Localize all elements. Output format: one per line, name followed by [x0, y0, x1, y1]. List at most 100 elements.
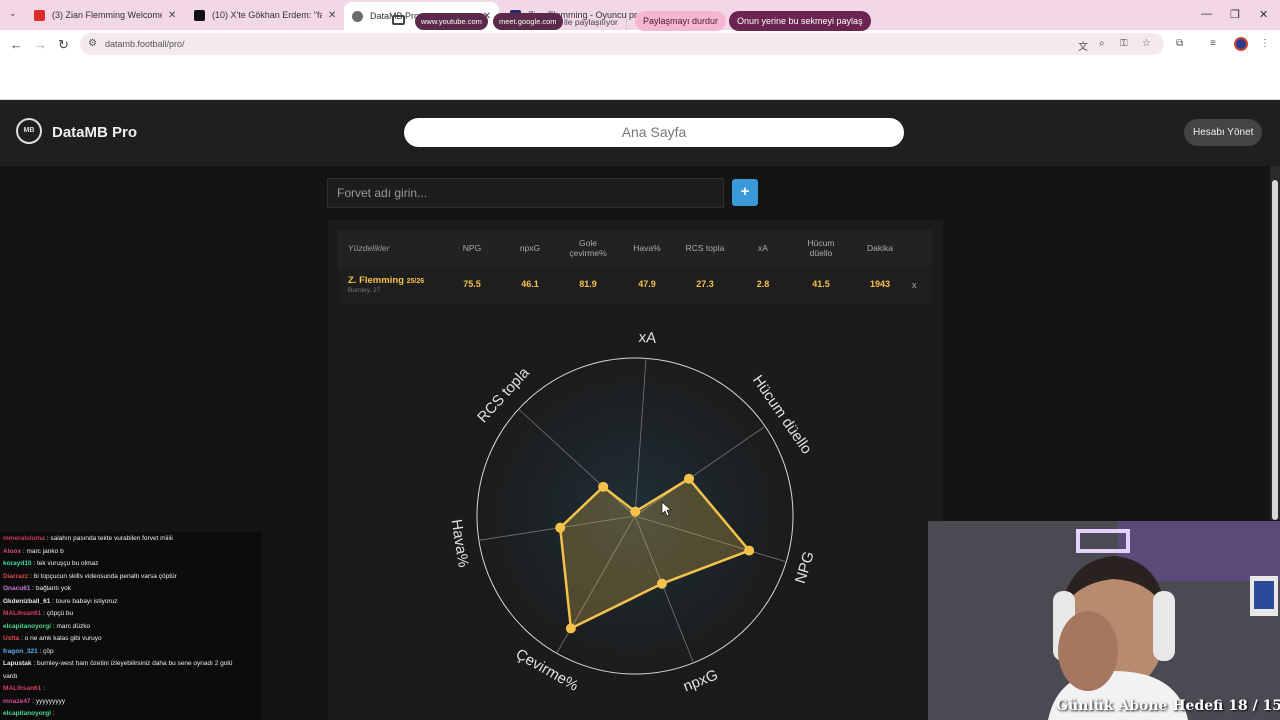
chat-username[interactable]: fragon_321 — [3, 648, 38, 655]
tab-label: (10) X'te Gökhan Erdem: "fabin — [212, 10, 322, 20]
chat-text: : çöp — [37, 647, 54, 655]
chat-message: Onacu61 : bağlantı yok — [3, 585, 71, 592]
screen-share-icon — [392, 15, 405, 25]
menu-icon[interactable]: ⋮ — [1260, 38, 1270, 49]
chat-message: Gkdenizball_61 : toure babayı istiyoruz — [3, 598, 118, 605]
table-cell: 2.8 — [756, 279, 770, 289]
tab-youtube[interactable]: (3) Zian Flemming Welcome ✕ — [26, 4, 184, 26]
chat-message: Aloox : marc janko b — [3, 548, 64, 555]
stop-sharing-button[interactable]: Paylaşmayı durdur — [635, 11, 727, 31]
datamb-logo[interactable]: MB — [16, 118, 42, 144]
extensions-icon[interactable]: ⧉ — [1176, 38, 1183, 49]
column-header[interactable]: Gole çevirme% — [563, 230, 613, 266]
key-icon[interactable]: ⚿ — [1120, 38, 1128, 49]
chat-text: : — [51, 710, 55, 717]
chat-text: : o ne amk kalas gibi vuruyo — [19, 635, 102, 642]
divider — [626, 12, 627, 30]
chat-text: : yyyyyyyyy — [30, 697, 66, 705]
window-close-icon[interactable]: ✕ — [1259, 8, 1268, 21]
chat-text: : — [41, 685, 45, 692]
restore-icon[interactable]: ❐ — [1230, 8, 1240, 21]
player-season: 25/26 — [406, 278, 425, 285]
table-cell: 41.5 — [812, 279, 830, 289]
chat-text: : burnley-west ham özetini izleyebilirsi… — [31, 660, 233, 667]
zoom-icon[interactable]: ⌕ — [1099, 38, 1105, 49]
media-icon[interactable]: ≡ — [1210, 38, 1216, 49]
column-header[interactable]: npxG — [505, 230, 555, 266]
screen-share-bar — [0, 58, 1280, 100]
chat-username[interactable]: korayd10 — [3, 560, 32, 567]
subscriber-goal-text: Günlük Abone Hedefi 18 / 15 — [1056, 698, 1280, 714]
address-bar[interactable] — [80, 33, 1164, 55]
column-header[interactable]: xA — [738, 230, 788, 266]
chat-username[interactable]: Ustta — [3, 635, 19, 642]
tab-x[interactable]: (10) X'te Gökhan Erdem: "fabin ✕ — [186, 4, 344, 26]
chat-message: MALihsan61 : — [3, 685, 45, 692]
add-player-button[interactable]: + — [732, 179, 758, 206]
close-icon[interactable]: ✕ — [168, 10, 176, 21]
webcam-feed — [928, 521, 1280, 720]
chat-message: Diarrazz : bi topçucun skills videosunda… — [3, 573, 177, 580]
table-cell: 46.1 — [521, 279, 539, 289]
table-cell: 81.9 — [579, 279, 597, 289]
share-chip-youtube: www.youtube.com — [415, 13, 488, 30]
chat-username[interactable]: elcapitanoyorgi — [3, 623, 51, 630]
player-club-age: Burnley, 27 — [348, 287, 381, 294]
chat-text: : tek vuruşçu bu olmaz — [31, 560, 99, 567]
chat-username[interactable]: Lapustak — [3, 660, 32, 667]
chat-username[interactable]: elcapitanoyorgi — [3, 710, 51, 717]
translate-icon[interactable]: 文 — [1078, 38, 1088, 53]
tab-label: (3) Zian Flemming Welcome — [52, 10, 162, 20]
chat-message: vardı — [3, 673, 17, 680]
scrollbar-thumb[interactable] — [1272, 180, 1278, 520]
profile-avatar[interactable] — [1234, 37, 1248, 51]
chat-username[interactable]: Diarrazz — [3, 573, 28, 580]
chat-text: : çöpçü bu — [41, 610, 74, 617]
chat-username[interactable]: Onacu61 — [3, 585, 30, 592]
browser-toolbar: ← → ↻ ⚙ datamb.football/pro/ 文 ⌕ ⚿ ☆ ⧉ ≡… — [0, 30, 1280, 58]
chat-text: : toure babayı istiyoruz — [50, 597, 118, 605]
manage-account-button[interactable]: Hesabı Yönet — [1184, 119, 1263, 146]
share-this-tab-button[interactable]: Onun yerine bu sekmeyi paylaş — [729, 11, 871, 31]
chat-username[interactable]: Aloox — [3, 548, 21, 555]
chat-message: elcapitanoyorgi : marc düzko — [3, 623, 90, 630]
home-search-bar[interactable]: Ana Sayfa — [404, 118, 904, 147]
chat-username[interactable]: Gkdenizball_61 — [3, 598, 50, 605]
chat-message: elcapitanoyorgi : — [3, 710, 55, 717]
minimize-icon[interactable]: — — [1201, 8, 1212, 20]
table-cell: 75.5 — [463, 279, 481, 289]
star-icon[interactable]: ☆ — [1142, 38, 1151, 49]
chat-message: MALihsan61 : çöpçü bu — [3, 610, 73, 617]
chat-message: mmeralsluma : salahın pasında tekte vura… — [3, 535, 173, 542]
site-info-icon[interactable]: ⚙ — [88, 38, 97, 49]
back-icon[interactable]: ← — [10, 37, 23, 52]
chat-text: : bi topçucun skills videosunda penaltı … — [28, 572, 177, 580]
stream-chat: mmeralsluma : salahın pasında tekte vura… — [0, 532, 262, 720]
chat-username[interactable]: MALihsan61 — [3, 685, 41, 692]
table-cell: 27.3 — [696, 279, 714, 289]
chat-username[interactable]: mmeralsluma — [3, 535, 45, 542]
column-header[interactable]: Hücum düello — [796, 230, 846, 266]
chat-username[interactable]: mnaze47 — [3, 698, 30, 705]
datamb-icon — [352, 10, 363, 22]
remove-player-button[interactable]: x — [912, 280, 917, 290]
brand-name[interactable]: DataMB Pro — [52, 124, 137, 141]
reload-icon[interactable]: ↻ — [58, 37, 69, 53]
chat-username[interactable]: MALihsan61 — [3, 610, 41, 617]
chat-message: korayd10 : tek vuruşçu bu olmaz — [3, 560, 98, 567]
close-icon[interactable]: ✕ — [328, 10, 336, 21]
column-header[interactable]: Hava% — [622, 230, 672, 266]
url-text: datamb.football/pro/ — [105, 39, 185, 49]
column-header[interactable]: RCS topla — [680, 230, 730, 266]
chat-message: fragon_321 : çöp — [3, 648, 54, 655]
column-header[interactable]: NPG — [447, 230, 497, 266]
player-name[interactable]: Z. Flemming 25/26 — [348, 275, 424, 286]
streamer-image — [928, 521, 1280, 720]
forward-icon[interactable]: → — [34, 37, 47, 52]
player-name-text: Z. Flemming — [348, 275, 404, 286]
column-header[interactable]: Dakika — [855, 230, 905, 266]
tab-list-icon[interactable]: ⌄ — [9, 8, 17, 19]
forward-name-input[interactable]: Forvet adı girin... — [327, 178, 724, 208]
sharing-text: ile paylaşılıyor — [564, 17, 618, 27]
chat-text: : marc janko b — [21, 547, 64, 555]
